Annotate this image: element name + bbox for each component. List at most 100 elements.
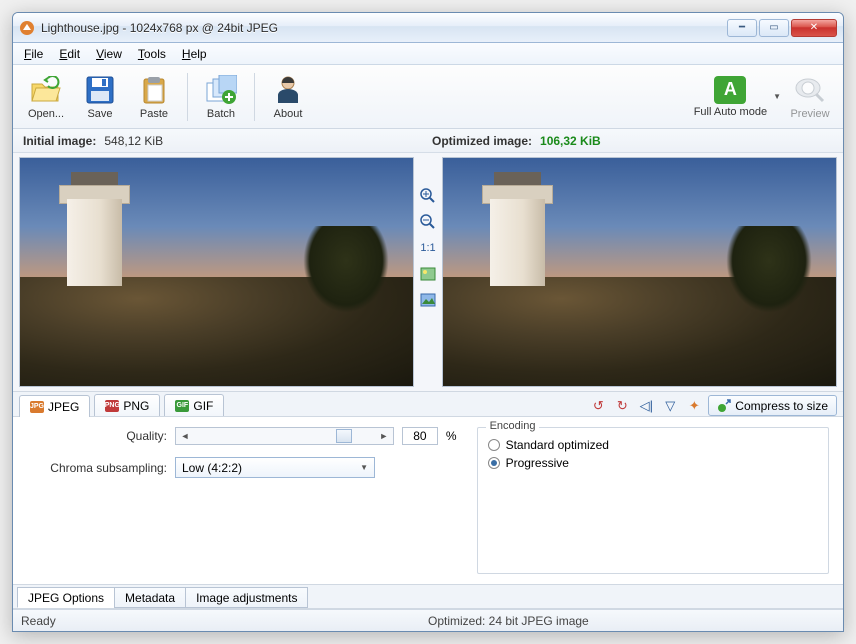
- preview-button[interactable]: Preview: [785, 69, 835, 125]
- radio-standard-optimized[interactable]: Standard optimized: [488, 438, 818, 452]
- tab-gif-label: GIF: [193, 399, 213, 413]
- window-title: Lighthouse.jpg - 1024x768 px @ 24bit JPE…: [41, 21, 727, 35]
- person-icon: [272, 74, 304, 106]
- quality-slider[interactable]: ◄ ►: [175, 427, 394, 445]
- radio-icon: [488, 457, 500, 469]
- app-icon: [19, 20, 35, 36]
- tab-jpeg-options[interactable]: JPEG Options: [17, 587, 115, 608]
- maximize-button[interactable]: ▭: [759, 19, 789, 37]
- options-panel: Quality: ◄ ► 80 % Chroma subsampling: Lo…: [13, 417, 843, 585]
- compress-to-size-button[interactable]: Compress to size: [708, 395, 837, 416]
- batch-button[interactable]: Batch: [196, 69, 246, 125]
- batch-label: Batch: [207, 108, 235, 120]
- slider-left-arrow-icon[interactable]: ◄: [178, 431, 192, 441]
- automode-button[interactable]: A Full Auto mode ▼: [694, 69, 781, 125]
- tab-gif[interactable]: GIF GIF: [164, 394, 224, 416]
- automode-icon: A: [714, 76, 746, 104]
- zoom-1to1-button[interactable]: 1:1: [418, 239, 438, 257]
- rotate-right-icon[interactable]: ↻: [612, 396, 632, 416]
- zoom-tools: 1:1: [414, 157, 442, 387]
- optimized-image-label: Optimized image:: [432, 134, 532, 148]
- menu-tools[interactable]: Tools: [131, 45, 173, 63]
- about-label: About: [274, 108, 303, 120]
- window-buttons: ━ ▭ ✕: [727, 19, 837, 37]
- chevron-down-icon[interactable]: ▼: [773, 92, 781, 101]
- lighthouse-image: [443, 158, 836, 386]
- size-bar: Initial image: 548,12 KiB Optimized imag…: [13, 129, 843, 153]
- optimized-image-size: 106,32 KiB: [540, 134, 601, 148]
- open-button[interactable]: Open...: [21, 69, 71, 125]
- open-label: Open...: [28, 108, 64, 120]
- paste-button[interactable]: Paste: [129, 69, 179, 125]
- magnifier-icon: [794, 74, 826, 106]
- save-label: Save: [87, 108, 112, 120]
- radio-progressive-label: Progressive: [506, 456, 569, 470]
- png-badge-icon: PNG: [105, 400, 119, 412]
- initial-image-label: Initial image:: [23, 134, 96, 148]
- menu-view[interactable]: View: [89, 45, 129, 63]
- toolbar: Open... Save Paste Batch About A Full Au…: [13, 65, 843, 129]
- titlebar[interactable]: Lighthouse.jpg - 1024x768 px @ 24bit JPE…: [13, 13, 843, 43]
- status-bar: Ready Optimized: 24 bit JPEG image: [13, 609, 843, 631]
- slider-thumb[interactable]: [336, 429, 352, 443]
- floppy-icon: [84, 74, 116, 106]
- tab-jpeg-label: JPEG: [48, 400, 79, 414]
- compress-label: Compress to size: [735, 399, 828, 413]
- lighthouse-image: [20, 158, 413, 386]
- fit-image-icon[interactable]: [418, 291, 438, 309]
- status-right: Optimized: 24 bit JPEG image: [428, 614, 835, 628]
- preview-label: Preview: [790, 108, 829, 120]
- quality-unit: %: [446, 429, 457, 443]
- tab-image-adjustments[interactable]: Image adjustments: [185, 587, 308, 608]
- quality-value[interactable]: 80: [402, 427, 438, 445]
- optimized-image-panel[interactable]: [442, 157, 837, 387]
- chevron-down-icon: ▼: [360, 463, 368, 472]
- tab-jpeg[interactable]: JPG JPEG: [19, 395, 90, 417]
- menubar: File Edit View Tools Help: [13, 43, 843, 65]
- radio-standard-label: Standard optimized: [506, 438, 609, 452]
- encoding-legend: Encoding: [486, 420, 540, 432]
- initial-image-size: 548,12 KiB: [104, 134, 163, 148]
- jpeg-badge-icon: JPG: [30, 401, 44, 413]
- paste-label: Paste: [140, 108, 168, 120]
- compress-icon: [717, 399, 731, 413]
- flip-horizontal-icon[interactable]: ◁|: [636, 396, 656, 416]
- app-window: Lighthouse.jpg - 1024x768 px @ 24bit JPE…: [12, 12, 844, 632]
- automode-label: Full Auto mode: [694, 106, 767, 118]
- clipboard-icon: [138, 74, 170, 106]
- minimize-button[interactable]: ━: [727, 19, 757, 37]
- fit-window-icon[interactable]: [418, 265, 438, 283]
- quality-label: Quality:: [27, 429, 167, 443]
- image-compare-row: 1:1: [13, 153, 843, 391]
- chroma-label: Chroma subsampling:: [27, 461, 167, 475]
- rotate-left-icon[interactable]: ↺: [588, 396, 608, 416]
- radio-icon: [488, 439, 500, 451]
- chroma-value: Low (4:2:2): [182, 461, 242, 475]
- toolbar-separator: [187, 73, 188, 121]
- menu-file[interactable]: File: [17, 45, 50, 63]
- menu-help[interactable]: Help: [175, 45, 214, 63]
- tab-png-label: PNG: [123, 399, 149, 413]
- toolbar-separator: [254, 73, 255, 121]
- batch-icon: [205, 74, 237, 106]
- gif-badge-icon: GIF: [175, 400, 189, 412]
- folder-open-icon: [30, 74, 62, 106]
- initial-image-panel[interactable]: [19, 157, 414, 387]
- zoom-out-icon[interactable]: [418, 213, 438, 231]
- tab-png[interactable]: PNG PNG: [94, 394, 160, 416]
- radio-progressive[interactable]: Progressive: [488, 456, 818, 470]
- flip-vertical-icon[interactable]: ▽: [660, 396, 680, 416]
- save-button[interactable]: Save: [75, 69, 125, 125]
- encoding-group: Encoding Standard optimized Progressive: [477, 427, 829, 574]
- resize-icon[interactable]: ✦: [684, 396, 704, 416]
- bottom-tabs: JPEG Options Metadata Image adjustments: [13, 585, 843, 609]
- chroma-combo[interactable]: Low (4:2:2) ▼: [175, 457, 375, 478]
- format-tab-row: JPG JPEG PNG PNG GIF GIF ↺ ↻ ◁| ▽ ✦ Comp…: [13, 391, 843, 417]
- close-button[interactable]: ✕: [791, 19, 837, 37]
- slider-right-arrow-icon[interactable]: ►: [377, 431, 391, 441]
- menu-edit[interactable]: Edit: [52, 45, 87, 63]
- tab-metadata[interactable]: Metadata: [114, 587, 186, 608]
- zoom-in-icon[interactable]: [418, 187, 438, 205]
- about-button[interactable]: About: [263, 69, 313, 125]
- status-left: Ready: [21, 614, 428, 628]
